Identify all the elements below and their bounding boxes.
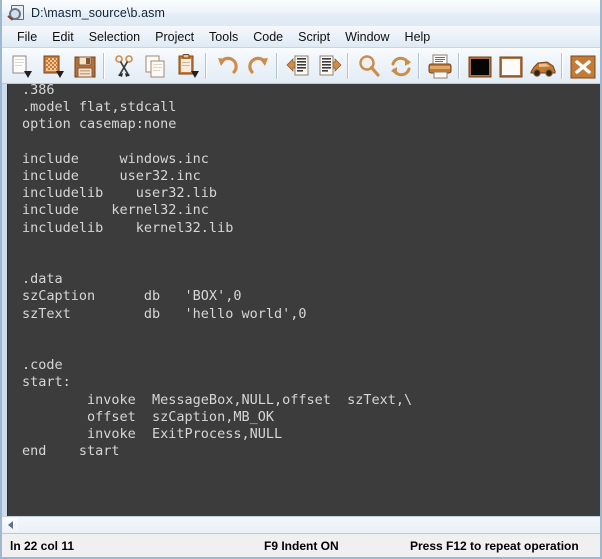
document-magnifier-icon xyxy=(7,4,26,22)
open-file-icon xyxy=(43,55,64,78)
title-bar: D:\masm_source\b.asm xyxy=(2,0,600,26)
toolbar-separator xyxy=(347,52,350,79)
copy-icon xyxy=(145,55,165,77)
print-button[interactable] xyxy=(424,51,454,81)
window-build-icon xyxy=(499,56,523,77)
masm-editor-window: D:\masm_source\b.asm File Edit Selection… xyxy=(0,0,602,559)
undo-button[interactable] xyxy=(211,51,241,81)
editor-area: .386 .model flat,stdcall option casemap:… xyxy=(2,84,600,533)
code-text[interactable]: .386 .model flat,stdcall option casemap:… xyxy=(22,84,412,460)
menu-bar: File Edit Selection Project Tools Code S… xyxy=(2,26,600,48)
menu-item-file[interactable]: File xyxy=(10,28,45,46)
redo-button[interactable] xyxy=(243,51,273,81)
horizontal-scrollbar[interactable] xyxy=(2,516,600,533)
copy-button[interactable] xyxy=(140,51,170,81)
toolbar-separator xyxy=(560,52,563,79)
menu-item-edit[interactable]: Edit xyxy=(45,28,82,46)
toolbar-separator xyxy=(276,52,279,79)
toolbar-separator xyxy=(457,52,460,79)
paste-button[interactable] xyxy=(172,51,202,81)
toolbar xyxy=(2,48,600,84)
indent-right-button[interactable] xyxy=(314,51,344,81)
menu-item-tools[interactable]: Tools xyxy=(202,28,246,46)
toolbar-separator xyxy=(418,52,421,79)
window-build-button[interactable] xyxy=(495,51,525,81)
status-hint: Press F12 to repeat operation xyxy=(410,538,579,553)
status-caret-position: ln 22 col 11 xyxy=(10,538,75,553)
status-indent-mode: F9 Indent ON xyxy=(264,538,339,553)
menu-item-script[interactable]: Script xyxy=(291,28,338,46)
save-file-button[interactable] xyxy=(69,51,99,81)
print-icon xyxy=(428,54,452,78)
paste-icon xyxy=(178,53,199,78)
toolbar-separator xyxy=(102,52,105,79)
menu-item-window[interactable]: Window xyxy=(338,28,397,46)
new-file-button[interactable] xyxy=(6,51,36,81)
new-file-icon xyxy=(12,55,32,78)
menu-item-selection[interactable]: Selection xyxy=(82,28,148,46)
indent-left-icon xyxy=(286,55,309,75)
redo-icon xyxy=(248,56,268,74)
window-title: D:\masm_source\b.asm xyxy=(31,6,165,20)
replace-icon xyxy=(390,56,411,76)
indent-left-button[interactable] xyxy=(282,51,312,81)
menu-item-project[interactable]: Project xyxy=(148,28,202,46)
indent-right-icon xyxy=(319,55,342,75)
menu-item-help[interactable]: Help xyxy=(398,28,439,46)
code-editor[interactable]: .386 .model flat,stdcall option casemap:… xyxy=(7,84,600,533)
open-file-button[interactable] xyxy=(38,51,68,81)
close-button[interactable] xyxy=(567,51,597,81)
console-build-icon xyxy=(468,56,492,77)
run-icon xyxy=(530,60,556,77)
scroll-left-arrow-icon[interactable] xyxy=(3,518,18,532)
close-icon xyxy=(570,55,595,78)
undo-icon xyxy=(218,56,238,74)
find-button[interactable] xyxy=(353,51,383,81)
cut-button[interactable] xyxy=(109,51,139,81)
find-icon xyxy=(359,54,380,77)
run-button[interactable] xyxy=(527,51,557,81)
save-file-icon xyxy=(74,56,96,77)
console-build-button[interactable] xyxy=(464,51,494,81)
cut-icon xyxy=(114,54,133,77)
menu-item-code[interactable]: Code xyxy=(246,28,291,46)
status-bar: ln 22 col 11 F9 Indent ON Press F12 to r… xyxy=(2,533,600,557)
toolbar-separator xyxy=(205,52,208,79)
replace-button[interactable] xyxy=(385,51,415,81)
